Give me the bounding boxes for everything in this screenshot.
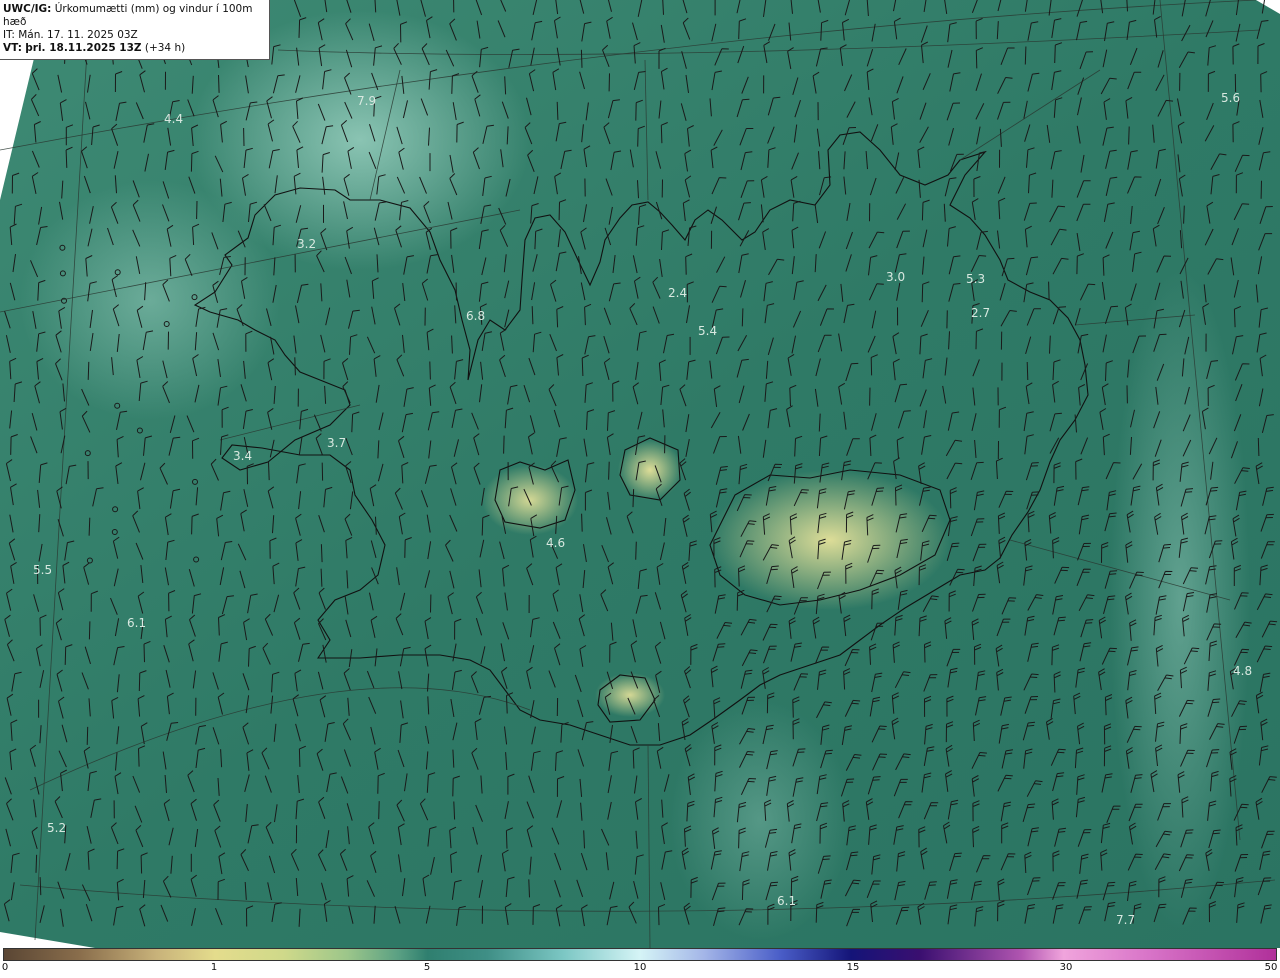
value-label: 4.8 <box>1233 664 1252 678</box>
wake-area-south <box>670 700 850 940</box>
value-label: 5.3 <box>966 272 985 286</box>
value-label: 4.4 <box>164 112 183 126</box>
value-label: 6.1 <box>777 894 796 908</box>
value-label: 2.7 <box>971 306 990 320</box>
wind-barb <box>556 101 559 120</box>
wind-barb <box>218 74 220 93</box>
colorbar-tick: 0 <box>1 962 9 973</box>
value-label: 7.9 <box>357 94 376 108</box>
colorbar-strip <box>3 948 1277 961</box>
wind-barb <box>294 357 296 376</box>
wind-barb <box>1048 281 1050 300</box>
value-label: 4.6 <box>546 536 565 550</box>
wind-barb <box>741 308 744 327</box>
value-label: 5.4 <box>698 324 717 338</box>
wind-barb <box>86 726 89 745</box>
value-label: 2.4 <box>668 286 687 300</box>
valid-time-line: VT: þri. 18.11.2025 13Z (+34 h) <box>3 42 265 55</box>
value-label: 3.0 <box>886 270 905 284</box>
wind-barb <box>1128 126 1130 145</box>
colorbar-tick: 1 <box>210 962 218 973</box>
wind-barb <box>608 461 610 480</box>
colorbar-tick: 15 <box>846 962 860 973</box>
model-name: UWC/IG: <box>3 3 52 15</box>
colorbar: 0 1 5 10 15 30 50 <box>0 948 1280 978</box>
valid-label: VT: <box>3 42 22 54</box>
value-label: 5.2 <box>47 821 66 835</box>
wind-barb <box>1183 205 1185 224</box>
valid-time: þri. 18.11.2025 13Z <box>25 42 142 54</box>
wind-barb <box>429 361 431 380</box>
wind-barb <box>580 49 583 68</box>
wind-barb <box>635 541 637 560</box>
wind-barb <box>35 854 38 873</box>
wind-barb <box>632 489 635 508</box>
wind-barb <box>581 513 583 532</box>
colorbar-tick: 10 <box>633 962 647 973</box>
lead-time: (+34 h) <box>144 42 186 54</box>
wind-barb <box>528 879 530 898</box>
value-label: 3.2 <box>297 237 316 251</box>
init-time: IT: Mán. 17. 11. 2025 03Z <box>3 29 138 41</box>
wind-barb <box>320 544 323 563</box>
colorbar-tick: 50 <box>1264 962 1278 973</box>
value-label: 6.1 <box>127 616 146 630</box>
wind-barb <box>1026 361 1029 381</box>
wind-barb <box>268 462 270 481</box>
value-label: 7.7 <box>1116 913 1135 927</box>
forecast-info-box: UWC/IG: Úrkomumætti (mm) og vindur í 100… <box>0 0 270 60</box>
value-label: 5.5 <box>33 563 52 577</box>
wind-barb <box>1024 46 1027 65</box>
precipitation-wind-map: 4.4 7.9 3.2 6.8 2.4 5.4 3.0 5.3 2.7 5.6 … <box>0 0 1280 948</box>
colorbar-tick: 30 <box>1059 962 1073 973</box>
colorbar-tick: 5 <box>423 962 431 973</box>
wind-barb <box>503 435 505 454</box>
value-label: 5.6 <box>1221 91 1240 105</box>
wind-barb <box>378 801 380 820</box>
wind-barb <box>39 877 42 896</box>
wind-barb <box>531 306 534 325</box>
wind-barb <box>88 621 91 640</box>
wind-barb <box>87 361 90 380</box>
value-label: 3.7 <box>327 436 346 450</box>
value-label: 3.4 <box>233 449 252 463</box>
wind-barb <box>88 517 91 536</box>
wind-barb <box>1257 437 1260 457</box>
product-title-line: UWC/IG: Úrkomumætti (mm) og vindur í 100… <box>3 3 265 29</box>
value-label: 6.8 <box>466 309 485 323</box>
